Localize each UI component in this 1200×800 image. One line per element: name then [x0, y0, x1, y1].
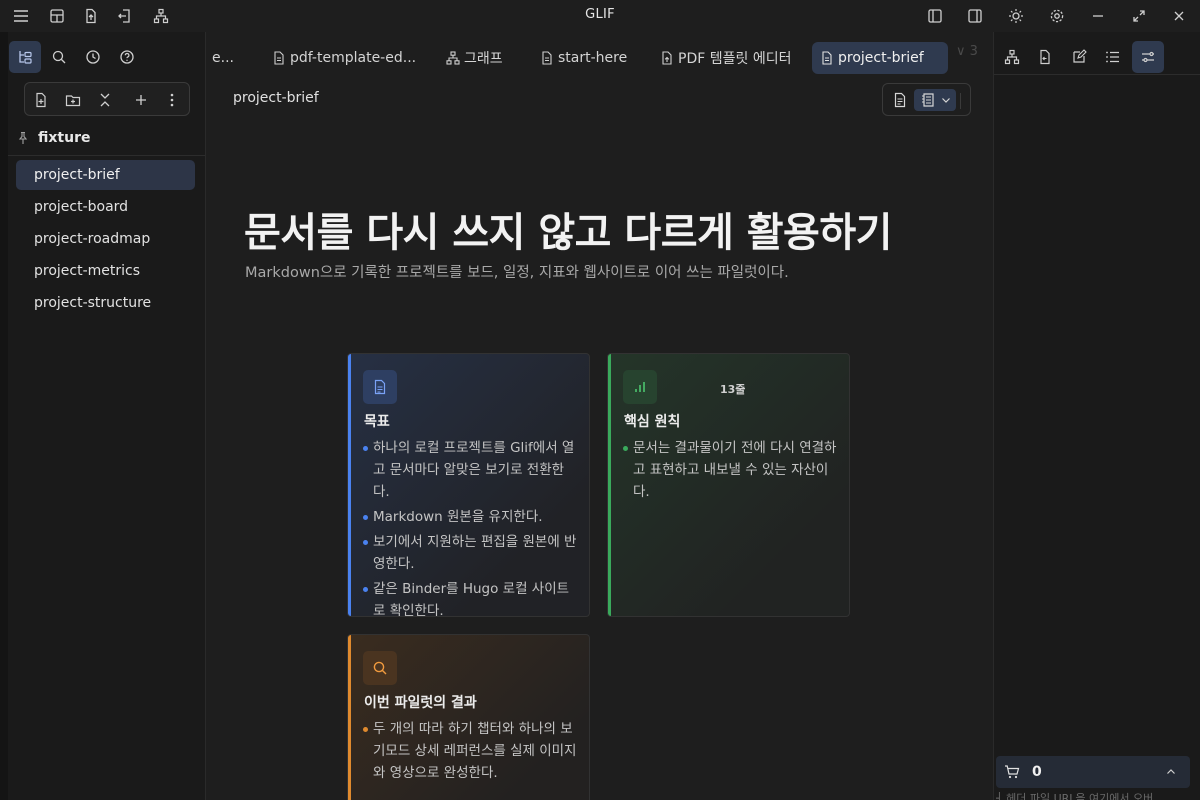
page-title: 문서를 다시 쓰지 않고 다르게 활용하기 [244, 210, 892, 256]
cart-icon [1004, 764, 1020, 780]
card-list: 하나의 로컬 프로젝트를 Glif에서 열고 문서마다 알맞은 보기로 전환한다… [363, 437, 578, 616]
card-pilot-result: 이번 파일럿의 결과 두 개의 따라 하기 챕터와 하나의 보기모드 상세 레퍼… [347, 634, 590, 800]
file-item-project-metrics[interactable]: project-metrics [16, 256, 195, 286]
tab-project-brief[interactable]: project-brief [812, 42, 948, 74]
backlink-icon[interactable] [1029, 41, 1061, 73]
edit-icon[interactable] [1063, 41, 1095, 73]
card-accent-bar [608, 354, 611, 616]
tab-start-here[interactable]: start-here [532, 42, 635, 74]
divider [8, 155, 206, 156]
new-folder-icon[interactable] [62, 89, 84, 111]
cart-preview-text: ┤ 헤더 파일 URL을 여기에서 오버... [996, 792, 1164, 800]
card-list: 문서는 결과물이기 전에 다시 연결하고 표현하고 내보낼 수 있는 자산이다. [623, 437, 838, 506]
minimize-icon[interactable] [1088, 6, 1108, 26]
right-sidebar: 0 ┤ 헤더 파일 URL을 여기에서 오버... [994, 32, 1200, 800]
card-goal: 목표 하나의 로컬 프로젝트를 Glif에서 열고 문서마다 알맞은 보기로 전… [347, 353, 590, 617]
file-item-project-structure[interactable]: project-structure [16, 288, 195, 318]
settings-gear-icon[interactable] [1047, 6, 1067, 26]
clock-icon[interactable] [77, 41, 109, 73]
bar-chart-icon [623, 370, 657, 404]
outline-list-icon[interactable] [1097, 41, 1129, 73]
theme-sun-icon[interactable] [1006, 6, 1026, 26]
list-item: 하나의 로컬 프로젝트를 Glif에서 열고 문서마다 알맞은 보기로 전환한다… [363, 437, 578, 503]
cart-count: 0 [1032, 764, 1042, 780]
more-options-icon[interactable] [161, 89, 183, 111]
right-sidebar-toggle-icon[interactable] [965, 6, 985, 26]
card-title: 목표 [364, 414, 390, 430]
properties-sliders-icon[interactable] [1132, 41, 1164, 73]
chevron-down-icon [941, 98, 950, 103]
view-mode-switcher [882, 83, 971, 116]
file-icon [820, 51, 834, 65]
card-accent-bar [348, 354, 351, 616]
search-icon[interactable] [43, 41, 75, 73]
left-sidebar-tabs [8, 40, 206, 76]
list-item: 두 개의 따라 하기 챕터와 하나의 보기모드 상세 레퍼런스를 실제 이미지와… [363, 718, 578, 784]
left-sidebar-toggle-icon[interactable] [925, 6, 945, 26]
list-item: 보기에서 지원하는 편집을 원본에 반영한다. [363, 531, 578, 575]
file-icon [540, 51, 554, 65]
cart-bar[interactable]: 0 [996, 756, 1190, 788]
tab-truncated[interactable]: e... [204, 42, 242, 74]
file-upload-icon [660, 51, 674, 65]
new-note-icon[interactable] [30, 89, 52, 111]
document-view-icon[interactable] [889, 89, 911, 111]
divider [994, 74, 1200, 75]
divider [960, 93, 961, 109]
list-item: 같은 Binder를 Hugo 로컬 사이트로 확인한다. [363, 578, 578, 616]
card-accent-bar [348, 635, 351, 800]
tab-label: start-here [558, 50, 628, 66]
page-subtitle: Markdown으로 기록한 프로젝트를 보드, 일정, 지표와 웹사이트로 이… [245, 265, 789, 281]
document-icon [363, 370, 397, 404]
tab-pdf-template-editor[interactable]: pdf-template-ed... [264, 42, 424, 74]
line-count-badge: 13줄 [720, 383, 746, 396]
pin-icon [16, 131, 30, 145]
chevron-up-icon[interactable] [1166, 767, 1176, 777]
breadcrumb: project-brief [233, 90, 319, 106]
tab-label: 그래프 [464, 51, 503, 67]
list-item: 문서는 결과물이기 전에 다시 연결하고 표현하고 내보낼 수 있는 자산이다. [623, 437, 838, 503]
main-content: project-brief 문서를 다시 쓰지 않고 다르게 활용하기 Mark… [206, 82, 994, 800]
card-list: 두 개의 따라 하기 챕터와 하나의 보기모드 상세 레퍼런스를 실제 이미지와… [363, 718, 578, 787]
tab-label: PDF 템플릿 에디터 [678, 51, 792, 67]
file-nav-toolbar [24, 82, 190, 116]
file-item-project-brief[interactable]: project-brief [16, 160, 195, 190]
tab-graph[interactable]: 그래프 [438, 42, 511, 74]
right-sidebar-tabs [994, 40, 1200, 76]
help-icon[interactable] [111, 41, 143, 73]
title-bar: GLIF [0, 0, 1200, 32]
vault-name: fixture [38, 130, 91, 146]
left-ribbon [0, 32, 8, 800]
tab-label: e... [212, 50, 234, 66]
tab-label: project-brief [838, 50, 924, 66]
graph-icon[interactable] [996, 41, 1028, 73]
list-item: Markdown 원본을 유지한다. [363, 506, 578, 528]
add-icon[interactable] [130, 89, 152, 111]
binder-view-icon[interactable] [914, 89, 956, 111]
card-title: 핵심 원칙 [624, 414, 681, 430]
card-core-principle: 13줄 핵심 원칙 문서는 결과물이기 전에 다시 연결하고 표현하고 내보낼 … [607, 353, 850, 617]
vault-header[interactable]: fixture [16, 126, 206, 150]
search-icon [363, 651, 397, 685]
file-tree-icon[interactable] [9, 41, 41, 73]
file-item-project-board[interactable]: project-board [16, 192, 195, 222]
maximize-icon[interactable] [1129, 6, 1149, 26]
card-title: 이번 파일럿의 결과 [364, 695, 477, 711]
tab-label: pdf-template-ed... [290, 50, 417, 66]
tab-overflow-indicator[interactable]: ∨ 3 [956, 44, 978, 59]
file-icon [272, 51, 286, 65]
graph-icon [446, 51, 460, 65]
collapse-all-icon[interactable] [94, 89, 116, 111]
tab-pdf-template-editor-ko[interactable]: PDF 템플릿 에디터 [652, 42, 799, 74]
tab-bar: e... pdf-template-ed... 그래프 start-here P… [206, 32, 994, 82]
close-icon[interactable] [1169, 6, 1189, 26]
file-item-project-roadmap[interactable]: project-roadmap [16, 224, 195, 254]
